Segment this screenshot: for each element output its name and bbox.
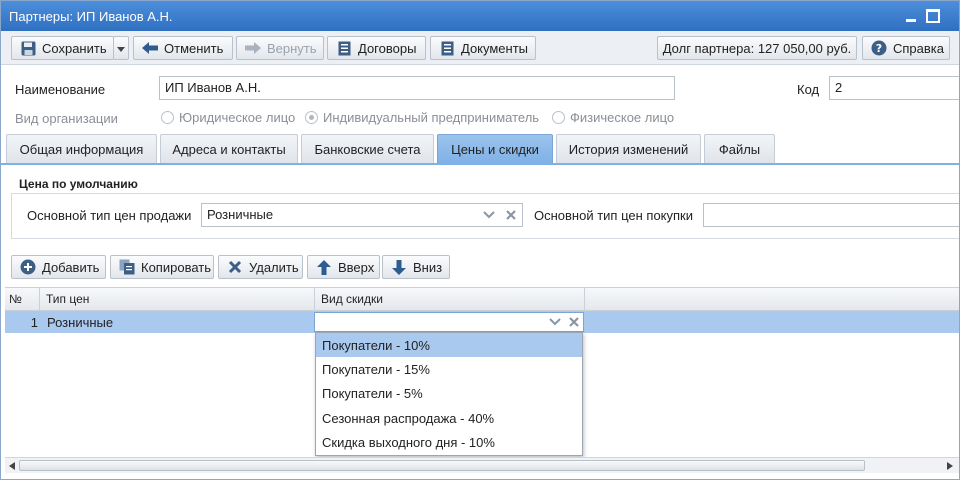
help-icon: ? <box>871 40 887 56</box>
arrow-up-icon <box>316 259 332 275</box>
chevron-down-icon[interactable] <box>545 312 565 332</box>
documents-label: Документы <box>461 40 529 56</box>
main-toolbar: Сохранить Отменить Вернуть Договоры Доку… <box>1 31 959 65</box>
column-discount-header[interactable]: Вид скидки <box>315 288 585 310</box>
window-title: Партнеры: ИП Иванов А.Н. <box>9 8 173 24</box>
discount-dropdown-list: Покупатели - 10% Покупатели - 15% Покупа… <box>315 332 583 456</box>
org-type-individual-label: Физическое лицо <box>570 110 675 125</box>
row-number: 1 <box>30 314 38 330</box>
discount-cell-editor[interactable] <box>314 312 584 332</box>
maximize-icon[interactable] <box>925 8 941 24</box>
chevron-down-icon <box>117 41 125 56</box>
row-price-type: Розничные <box>47 314 114 330</box>
chevron-down-icon[interactable] <box>478 204 500 226</box>
contracts-button[interactable]: Договоры <box>327 36 426 60</box>
scrollbar-thumb[interactable] <box>19 460 865 471</box>
tab-bar: Общая информация Адреса и контакты Банко… <box>1 134 959 164</box>
add-button[interactable]: Добавить <box>11 255 106 279</box>
move-down-button[interactable]: Вниз <box>382 255 450 279</box>
tab-prices-discounts[interactable]: Цены и скидки <box>437 134 553 164</box>
minimize-icon[interactable] <box>903 8 919 24</box>
document-icon <box>439 40 455 56</box>
contracts-label: Договоры <box>358 40 417 56</box>
purchase-price-label: Основной тип цен покупки <box>534 208 693 223</box>
document-icon <box>336 40 352 56</box>
redo-button[interactable]: Вернуть <box>236 36 324 60</box>
partner-debt-label: Долг партнера: 127 050,00 руб. <box>662 40 852 56</box>
documents-button[interactable]: Документы <box>430 36 536 60</box>
help-label: Справка <box>893 40 944 56</box>
column-number-header[interactable]: № <box>5 288 40 310</box>
name-label: Наименование <box>15 82 106 97</box>
grid-header: № Тип цен Вид скидки <box>5 287 959 311</box>
org-type-entrepreneur-radio[interactable]: Индивидуальный предприниматель <box>305 110 539 125</box>
move-down-label: Вниз <box>413 259 443 275</box>
sale-price-label: Основной тип цен продажи <box>27 208 192 223</box>
org-type-legal-label: Юридическое лицо <box>179 110 296 125</box>
org-type-individual-radio[interactable]: Физическое лицо <box>552 110 674 125</box>
save-label: Сохранить <box>42 40 107 56</box>
default-price-title: Цена по умолчанию <box>19 177 138 191</box>
partner-window: Партнеры: ИП Иванов А.Н. Сохранить Отмен… <box>0 0 960 480</box>
sale-price-value: Розничные <box>207 207 274 222</box>
code-label: Код <box>797 82 820 97</box>
delete-label: Удалить <box>249 259 299 275</box>
add-label: Добавить <box>42 259 100 275</box>
arrow-down-icon <box>391 259 407 275</box>
plus-circle-icon <box>20 259 36 275</box>
save-options-button[interactable] <box>113 36 129 60</box>
list-item[interactable]: Покупатели - 10% <box>316 333 582 358</box>
undo-label: Отменить <box>164 40 224 56</box>
radio-circle-icon <box>552 111 565 124</box>
save-button[interactable]: Сохранить <box>11 36 114 60</box>
svg-text:?: ? <box>876 42 882 55</box>
column-price-type-header[interactable]: Тип цен <box>40 288 315 310</box>
tab-history[interactable]: История изменений <box>556 134 701 164</box>
code-input[interactable]: 2 <box>829 76 959 100</box>
tab-files[interactable]: Файлы <box>704 134 775 164</box>
list-item[interactable]: Скидка выходного дня - 10% <box>316 431 582 455</box>
copy-icon <box>119 259 135 275</box>
move-up-label: Вверх <box>338 259 375 275</box>
sale-price-combo[interactable]: Розничные <box>201 203 523 227</box>
help-button[interactable]: ? Справка <box>862 36 950 60</box>
partner-debt-button[interactable]: Долг партнера: 127 050,00 руб. <box>657 36 857 60</box>
horizontal-scrollbar[interactable] <box>5 457 959 473</box>
clear-icon[interactable] <box>565 312 583 332</box>
tab-underline <box>1 163 959 165</box>
title-bar[interactable]: Партнеры: ИП Иванов А.Н. <box>1 1 959 31</box>
list-item[interactable]: Сезонная распродажа - 40% <box>316 406 582 430</box>
clear-icon[interactable] <box>500 204 522 226</box>
scroll-right-icon[interactable] <box>945 461 955 471</box>
org-type-entrepreneur-label: Индивидуальный предприниматель <box>323 110 540 125</box>
list-item[interactable]: Покупатели - 15% <box>316 357 582 381</box>
tab-general[interactable]: Общая информация <box>6 134 157 164</box>
redo-arrow-icon <box>245 40 261 56</box>
radio-checked-icon <box>305 111 318 124</box>
purchase-price-combo[interactable] <box>703 203 959 227</box>
redo-label: Вернуть <box>267 40 317 56</box>
list-item[interactable]: Покупатели - 5% <box>316 382 582 406</box>
close-icon <box>227 259 243 275</box>
grid-toolbar: Добавить Копировать Удалить Вверх Вниз <box>1 249 959 285</box>
floppy-disk-icon <box>20 40 36 56</box>
org-type-legal-radio[interactable]: Юридическое лицо <box>161 110 295 125</box>
undo-arrow-icon <box>142 40 158 56</box>
name-input[interactable]: ИП Иванов А.Н. <box>159 76 675 100</box>
move-up-button[interactable]: Вверх <box>307 255 380 279</box>
copy-button[interactable]: Копировать <box>110 255 214 279</box>
undo-button[interactable]: Отменить <box>133 36 233 60</box>
copy-label: Копировать <box>141 259 211 275</box>
tab-addresses[interactable]: Адреса и контакты <box>160 134 298 164</box>
tab-bank-accounts[interactable]: Банковские счета <box>301 134 434 164</box>
delete-button[interactable]: Удалить <box>218 255 303 279</box>
radio-circle-icon <box>161 111 174 124</box>
org-type-label: Вид организации <box>15 111 118 126</box>
scroll-left-icon[interactable] <box>7 461 17 471</box>
